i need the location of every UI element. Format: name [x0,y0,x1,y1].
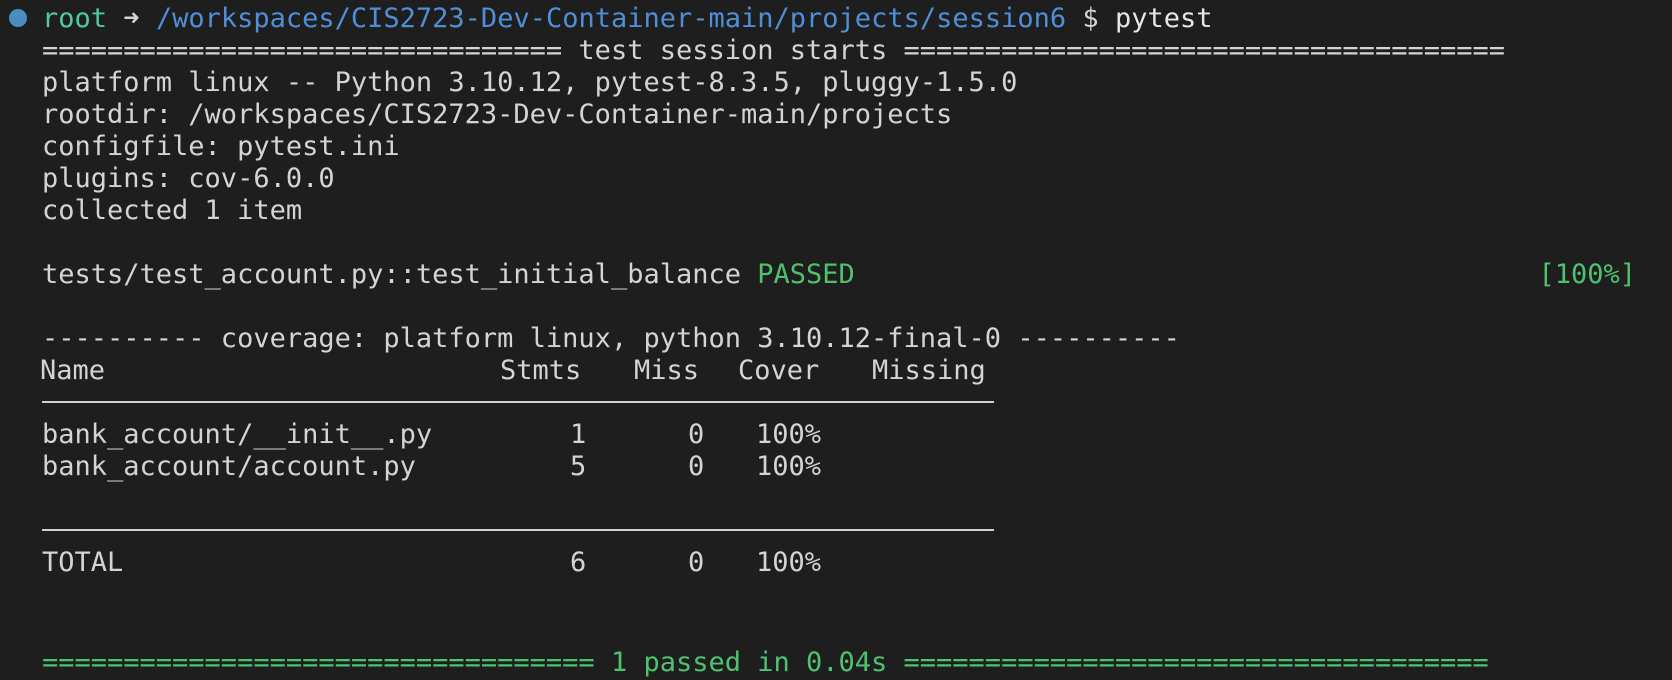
col-header-stmts: Stmts [500,355,582,386]
total-name: TOTAL [42,547,124,578]
collected-line: collected 1 item [42,195,303,226]
prompt-user: root [42,3,108,34]
row-cover: 100% [756,451,822,482]
total-miss: 0 [688,547,705,578]
terminal-window[interactable]: root ➜ /workspaces/CIS2723-Dev-Container… [0,0,1672,680]
row-stmts: 1 [570,419,587,450]
col-header-miss: Miss [634,355,700,386]
prompt-arrow-icon: ➜ [123,3,140,34]
row-name: bank_account/__init__.py [42,419,433,450]
row-miss: 0 [688,419,705,450]
row-miss: 0 [688,451,705,482]
row-name: bank_account/account.py [42,451,416,482]
col-header-missing: Missing [872,355,986,386]
plugins-line: plugins: cov-6.0.0 [42,163,335,194]
platform-line: platform linux -- Python 3.10.12, pytest… [42,67,1018,98]
prompt-line: root ➜ /workspaces/CIS2723-Dev-Container… [42,2,1212,36]
test-progress: [100%] [1538,259,1636,290]
command-text: pytest [1114,3,1213,34]
prompt-symbol: $ [1082,3,1099,34]
table-separator [42,401,994,403]
coverage-header: ---------- coverage: platform linux, pyt… [42,323,1180,354]
row-stmts: 5 [570,451,587,482]
table-separator [42,529,994,531]
prompt-status-icon [9,9,27,27]
col-header-cover: Cover [738,355,820,386]
session-header-rule: ================================ test se… [42,35,1505,66]
configfile-line: configfile: pytest.ini [42,131,400,162]
prompt-path: /workspaces/CIS2723-Dev-Container-main/p… [155,3,1067,34]
test-status: PASSED [757,259,855,290]
row-cover: 100% [756,419,822,450]
col-header-name: Name [40,355,106,386]
summary-footer: ================================== 1 pas… [42,647,1489,678]
test-name: tests/test_account.py::test_initial_bala… [42,259,741,290]
total-stmts: 6 [570,547,587,578]
rootdir-line: rootdir: /workspaces/CIS2723-Dev-Contain… [42,99,953,130]
total-cover: 100% [756,547,822,578]
test-result-line: tests/test_account.py::test_initial_bala… [42,258,855,292]
